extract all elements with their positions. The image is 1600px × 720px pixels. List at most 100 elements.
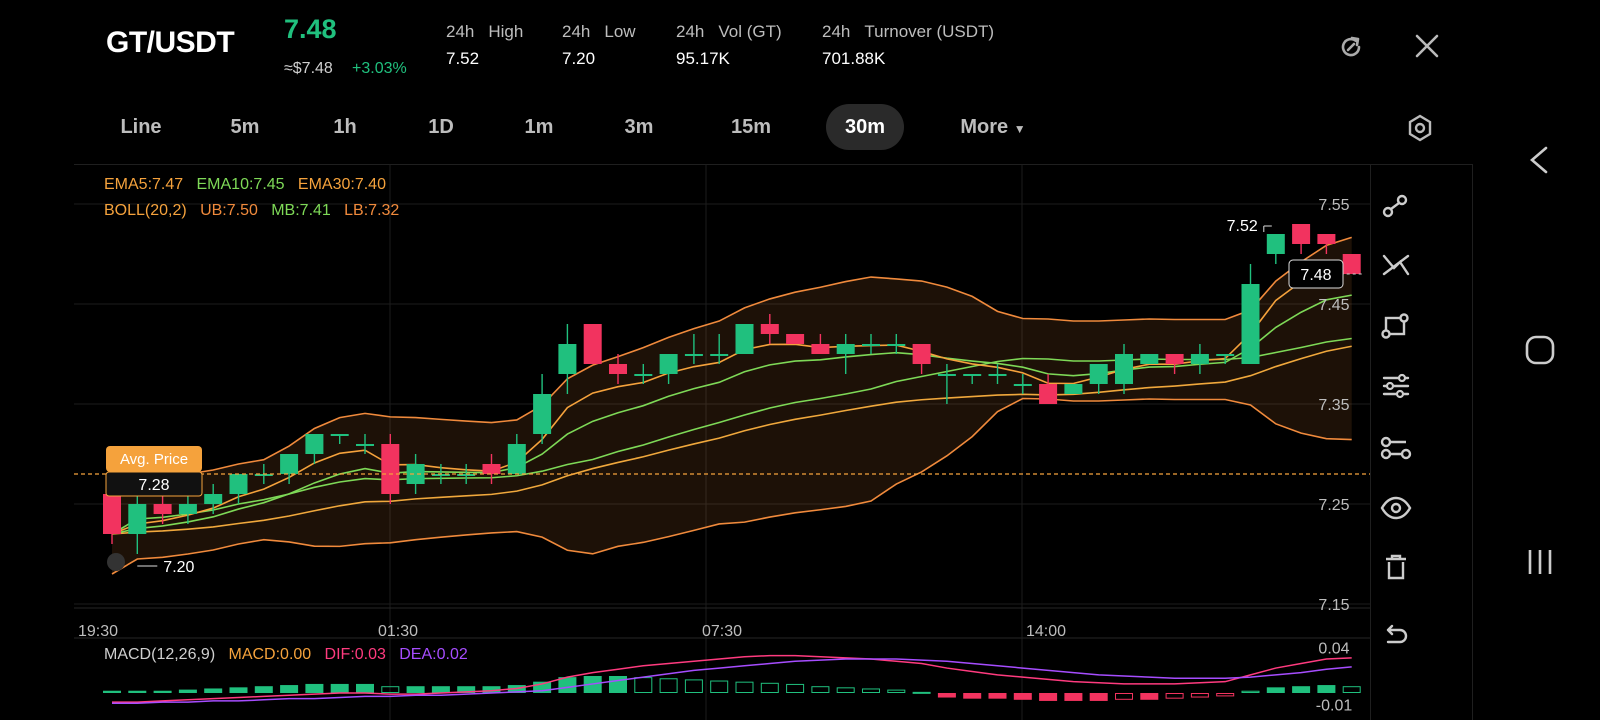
tab-5m[interactable]: 5m [220,104,270,150]
candle-body [280,454,299,474]
candle-body [103,494,121,534]
macd-histogram-bar [1140,693,1159,700]
candle-body [1342,254,1361,274]
ema30-label: EMA30:7.40 [297,176,386,193]
macd-histogram-bar [887,689,906,693]
macd-histogram-bar [153,690,172,693]
macd-histogram-bar [229,687,248,693]
macd-legend: MACD(12,26,9) MACD:0.00 DIF:0.03 DEA:0.0… [104,646,468,664]
candle-body [1266,234,1285,254]
candle-body [583,324,602,364]
dea-label: DEA:0.02 [399,646,468,663]
tab-line[interactable]: Line [110,104,172,150]
drawing-tools-sidebar [1364,164,1428,720]
ticker-header: GT/USDT 7.48 ≈$7.48 +3.03% 24h High 7.52 … [0,0,1480,100]
back-nav-icon[interactable] [1520,140,1560,180]
macd-histogram-bar [305,683,324,693]
candle-body [533,394,552,434]
candle-body [735,324,754,354]
trash-icon[interactable] [1372,548,1420,588]
macd-histogram-bar [836,687,855,693]
undo-icon[interactable] [1372,616,1420,656]
watermark-logo-icon [107,553,125,571]
macd-histogram-bar [862,688,880,694]
macd-histogram-bar [609,676,627,693]
candle-body [305,434,324,454]
macd-name-label: MACD(12,26,9) [104,646,216,663]
candle-body [558,344,577,374]
candle-body [1216,354,1235,356]
candle-body [912,344,931,364]
boll-legend: BOLL(20,2) UB:7.50 MB:7.41 LB:7.32 [104,202,399,220]
candle-body [229,474,248,494]
candle-body [963,374,982,376]
macd-histogram-bar [1013,693,1032,700]
candle-body [937,374,956,376]
macd-histogram-bar [1089,693,1108,701]
macd-histogram-bar [1190,693,1209,698]
tab-30m[interactable]: 30m [826,104,904,150]
candle-body [811,344,830,354]
tab-1h[interactable]: 1h [322,104,368,150]
macd-axis-label: 0.04 [1318,641,1349,658]
candlestick-chart[interactable]: Avg. Price 7.28 7.52 7.20 7.48 7.55 7.45 7.35 7.… [0,164,1370,720]
candle-body [330,434,349,436]
time-axis-label: 07:30 [702,623,742,640]
close-icon[interactable] [1412,31,1442,61]
candle-body [356,444,374,446]
macd-histogram-bar [988,693,1007,699]
candle-body [684,354,703,356]
macd-histogram-bar [330,683,349,693]
recents-nav-icon[interactable] [1520,542,1560,582]
settings-hex-icon[interactable] [1405,113,1435,143]
candle-body [128,504,147,534]
boll-ub-label: UB:7.50 [200,202,258,219]
interval-tabs: Line 5m 1h 1D 1m 3m 15m 30m More ▼ [100,104,1480,152]
candle-body [1039,384,1058,404]
chart-right-border [1370,164,1371,720]
macd-histogram-bar [634,677,653,694]
chart-area[interactable]: Avg. Price 7.28 7.52 7.20 7.48 7.55 7.45 7.35 7.… [0,164,1480,720]
macd-histogram-bar [1241,690,1260,694]
candle-body [1165,354,1184,364]
sliders-icon[interactable] [1372,366,1420,406]
eye-icon[interactable] [1372,488,1420,528]
macd-histogram-bar [1216,693,1235,697]
tab-more-label: More [960,116,1009,138]
tab-3m[interactable]: 3m [614,104,664,150]
pair-name[interactable]: GT/USDT [106,26,235,60]
stat-turnover-label: 24h Turnover (USDT) [822,22,995,41]
candle-body [1292,224,1311,244]
ema5-label: EMA5:7.47 [104,176,184,193]
ema-legend: EMA5:7.47 EMA10:7.45 EMA30:7.40 [104,176,386,194]
tab-1m[interactable]: 1m [514,104,564,150]
macd-histogram-bar [735,681,754,694]
refresh-icon[interactable] [1336,32,1366,62]
macd-histogram-bar [280,685,299,693]
candle-body [406,464,425,484]
trend-cross-icon[interactable] [1372,246,1420,286]
macd-histogram-bar [1342,686,1361,694]
candle-body [609,364,627,374]
candle-body [988,374,1007,376]
candle-body [786,334,805,344]
rectangle-draw-icon[interactable] [1372,306,1420,346]
stat-low-label: 24h Low [562,22,636,41]
stat-low-value: 7.20 [562,49,596,68]
macd-axis-label: -0.01 [1316,697,1353,714]
candle-body [178,504,197,514]
candle-body [507,444,526,474]
macd-histogram-bar [128,690,147,693]
macd-histogram-bar [103,690,121,693]
candle-body [1241,284,1260,364]
home-nav-icon[interactable] [1520,330,1560,370]
tab-more[interactable]: More ▼ [952,104,1034,150]
link-nodes-icon[interactable] [1372,428,1420,468]
connect-line-icon[interactable] [1364,186,1420,226]
stat-volume-value: 95.17K [676,49,730,68]
tab-1d[interactable]: 1D [418,104,464,150]
tab-15m[interactable]: 15m [722,104,780,150]
candle-body [1089,364,1108,384]
candle-body [153,504,172,514]
macd-histogram-bar [254,686,273,693]
